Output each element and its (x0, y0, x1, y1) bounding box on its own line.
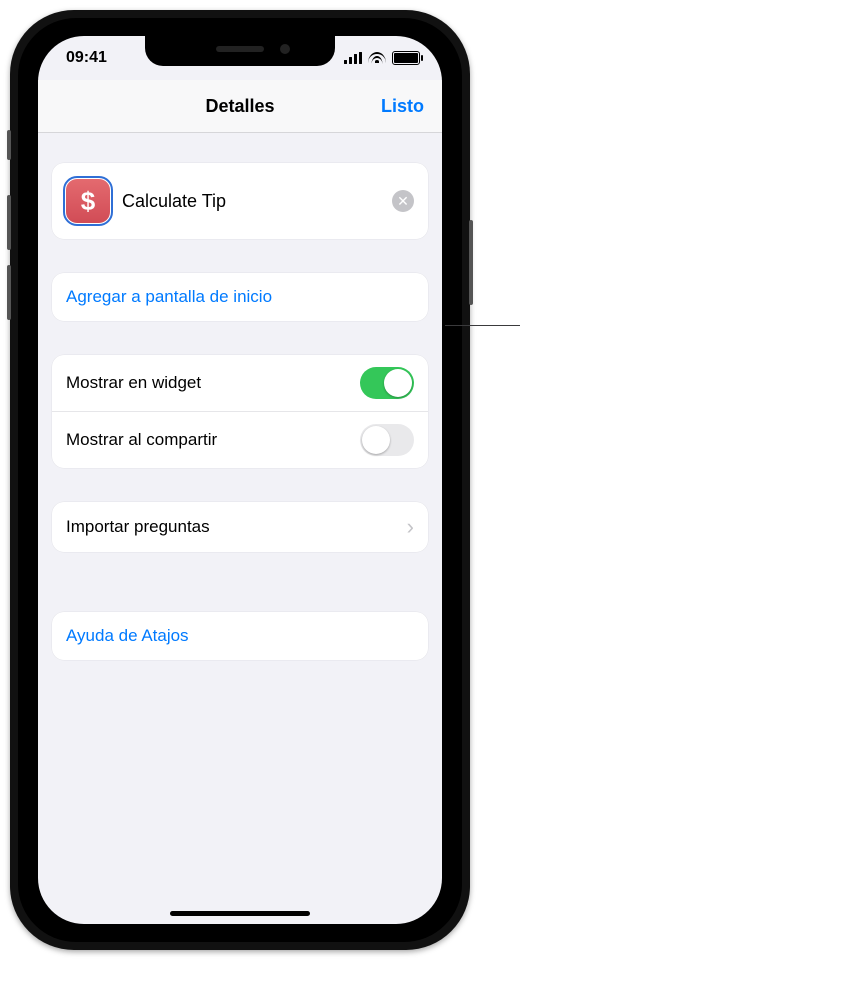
status-time: 09:41 (66, 49, 107, 67)
phone-frame: 09:41 Detalles Listo $ (10, 10, 470, 950)
battery-icon (392, 51, 420, 65)
import-questions-button[interactable]: Importar preguntas › (52, 502, 428, 552)
show-in-widget-label: Mostrar en widget (66, 373, 360, 393)
done-button[interactable]: Listo (381, 80, 424, 132)
show-in-widget-switch[interactable] (360, 367, 414, 399)
help-group: Ayuda de Atajos (52, 612, 428, 660)
mute-switch (7, 130, 11, 160)
close-icon: ✕ (397, 194, 409, 208)
shortcut-name-field[interactable]: Calculate Tip (122, 191, 392, 212)
screen: 09:41 Detalles Listo $ (38, 36, 442, 924)
add-to-home-group: Agregar a pantalla de inicio (52, 273, 428, 321)
dollar-sign-icon: $ (81, 186, 95, 217)
clear-name-button[interactable]: ✕ (392, 190, 414, 212)
home-indicator[interactable] (170, 911, 310, 916)
callout-line (445, 325, 520, 326)
shortcut-icon[interactable]: $ (66, 179, 110, 223)
volume-down-button (7, 265, 11, 320)
notch (145, 36, 335, 66)
shortcuts-help-button[interactable]: Ayuda de Atajos (52, 612, 428, 660)
shortcut-header-group: $ Calculate Tip ✕ (52, 163, 428, 239)
cellular-icon (344, 52, 362, 64)
chevron-right-icon: › (407, 514, 414, 540)
navigation-bar: Detalles Listo (38, 80, 442, 133)
shortcut-header-row[interactable]: $ Calculate Tip ✕ (52, 163, 428, 239)
wifi-icon (368, 52, 386, 65)
page-title: Detalles (205, 96, 274, 117)
show-in-share-switch[interactable] (360, 424, 414, 456)
volume-up-button (7, 195, 11, 250)
show-in-share-label: Mostrar al compartir (66, 430, 360, 450)
add-to-home-button[interactable]: Agregar a pantalla de inicio (52, 273, 428, 321)
import-questions-label: Importar preguntas (66, 517, 407, 537)
power-button (469, 220, 473, 305)
shortcuts-help-label: Ayuda de Atajos (66, 626, 414, 646)
add-to-home-label: Agregar a pantalla de inicio (66, 287, 414, 307)
show-in-widget-row: Mostrar en widget (52, 355, 428, 411)
import-questions-group: Importar preguntas › (52, 502, 428, 552)
show-in-share-row: Mostrar al compartir (52, 411, 428, 468)
display-options-group: Mostrar en widget Mostrar al compartir (52, 355, 428, 468)
